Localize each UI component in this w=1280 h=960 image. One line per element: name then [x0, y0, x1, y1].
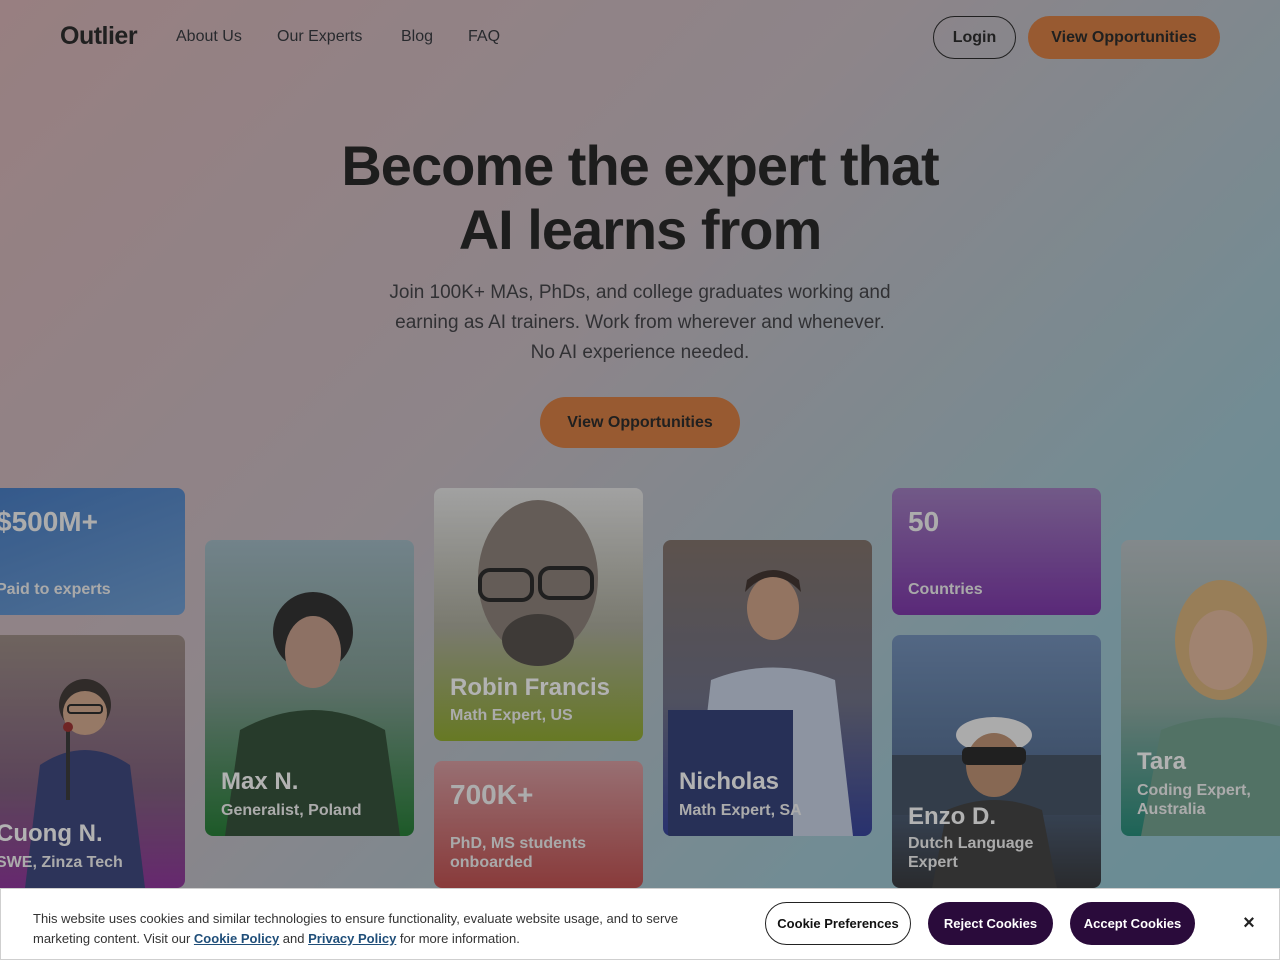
stat-value: $500M+	[0, 506, 98, 537]
expert-card-tara[interactable]: Tara Coding Expert, Australia	[1121, 540, 1280, 836]
expert-role: Generalist, Poland	[221, 802, 362, 819]
view-opportunities-hero-button[interactable]: View Opportunities	[540, 397, 740, 448]
stat-label: Countries	[908, 581, 983, 598]
expert-card-enzo[interactable]: Enzo D. Dutch Language Expert	[892, 635, 1101, 888]
hero-title-line-2: AI learns from	[458, 198, 823, 261]
privacy-policy-link[interactable]: Privacy Policy	[308, 931, 396, 946]
stat-label-line-1: PhD, MS students	[450, 835, 587, 852]
expert-role-line-1: Coding Expert,	[1137, 782, 1251, 799]
view-opportunities-header-button[interactable]: View Opportunities	[1028, 16, 1220, 59]
nav-our-experts[interactable]: Our Experts	[277, 28, 362, 46]
expert-role-line-2: Australia	[1137, 801, 1206, 818]
stat-value: 50	[908, 506, 940, 537]
cookie-preferences-button[interactable]: Cookie Preferences	[765, 902, 911, 945]
hero-subtitle-line-3: No AI experience needed.	[530, 342, 750, 363]
expert-card-robin[interactable]: Robin Francis Math Expert, US	[434, 488, 643, 741]
expert-name: Tara	[1137, 748, 1186, 775]
cookie-text-after: for more information.	[399, 931, 520, 946]
expert-role-line-2: Expert	[908, 854, 958, 871]
expert-card-max[interactable]: Max N. Generalist, Poland	[205, 540, 414, 836]
expert-role: Math Expert, US	[450, 707, 573, 724]
hero-subtitle-line-1: Join 100K+ MAs, PhDs, and college gradua…	[389, 282, 891, 303]
cookie-message: This website uses cookies and similar te…	[33, 909, 733, 949]
hero-title-line-1: Become the expert that	[341, 134, 939, 197]
expert-name: Enzo D.	[908, 803, 996, 830]
outlier-logo[interactable]: Outlier	[60, 22, 138, 51]
expert-role: Math Expert, SA	[679, 802, 802, 819]
stat-card-countries: 50 Countries	[892, 488, 1101, 615]
stat-card-paid: $500M+ Paid to experts	[0, 488, 185, 615]
expert-name: Robin Francis	[450, 674, 611, 701]
expert-card-cuong[interactable]: Cuong N. SWE, Zinza Tech	[0, 635, 185, 888]
reject-cookies-button[interactable]: Reject Cookies	[928, 902, 1053, 945]
expert-card-nicholas[interactable]: Nicholas Math Expert, SA	[663, 540, 872, 836]
expert-role-line-1: Dutch Language	[908, 835, 1034, 852]
hero-subtitle: Join 100K+ MAs, PhDs, and college gradua…	[340, 278, 940, 368]
nav-about-us[interactable]: About Us	[176, 28, 242, 46]
close-icon[interactable]: ×	[1237, 911, 1261, 935]
expert-name: Nicholas	[679, 768, 780, 795]
hero-subtitle-line-2: earning as AI trainers. Work from wherev…	[395, 312, 885, 333]
stat-value: 700K+	[450, 779, 534, 810]
nav-faq[interactable]: FAQ	[468, 28, 500, 46]
cookie-policy-link[interactable]: Cookie Policy	[194, 931, 279, 946]
expert-name: Cuong N.	[0, 820, 103, 847]
nav-blog[interactable]: Blog	[401, 28, 433, 46]
expert-photo	[25, 679, 145, 888]
stat-card-students: 700K+ PhD, MS students onboarded	[434, 761, 643, 888]
top-nav: Outlier About Us Our Experts Blog FAQ Lo…	[0, 0, 1280, 76]
stat-label-line-2: onboarded	[450, 854, 533, 871]
cookie-text-and: and	[282, 931, 305, 946]
login-button[interactable]: Login	[933, 16, 1016, 59]
accept-cookies-button[interactable]: Accept Cookies	[1070, 902, 1195, 945]
hero-title: Become the expert that AI learns from	[0, 134, 1280, 262]
cookie-banner: This website uses cookies and similar te…	[0, 888, 1280, 960]
expert-photo	[478, 500, 598, 666]
expert-name: Max N.	[221, 768, 299, 795]
stat-label: Paid to experts	[0, 581, 111, 598]
expert-role: SWE, Zinza Tech	[0, 854, 123, 871]
page: Outlier About Us Our Experts Blog FAQ Lo…	[0, 0, 1280, 960]
